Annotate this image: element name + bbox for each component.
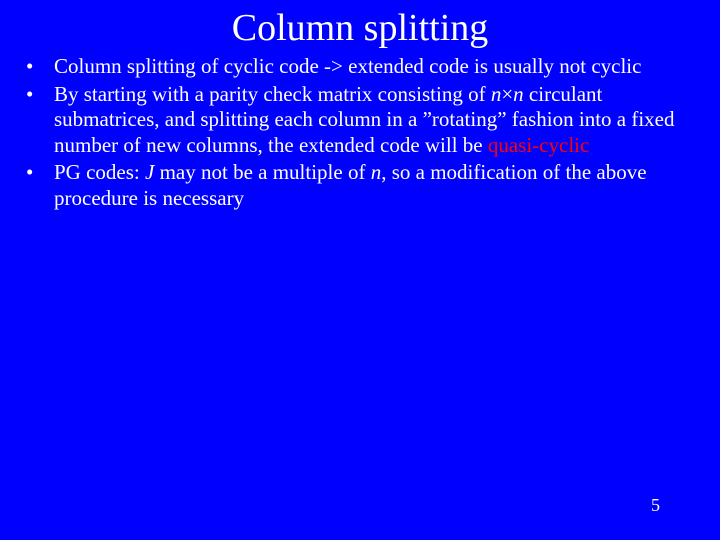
bullet-marker: • — [26, 82, 54, 159]
slide: Column splitting • Column splitting of c… — [0, 0, 720, 540]
italic-n: n — [371, 160, 382, 184]
italic-J: J — [145, 160, 154, 184]
text-fragment: By starting with a parity check matrix c… — [54, 82, 491, 106]
bullet-marker: • — [26, 160, 54, 211]
bullet-text: Column splitting of cyclic code -> exten… — [54, 54, 694, 80]
bullet-text: PG codes: J may not be a multiple of n, … — [54, 160, 694, 211]
text-fragment: PG codes: — [54, 160, 145, 184]
bullet-text: By starting with a parity check matrix c… — [54, 82, 694, 159]
bullet-item: • PG codes: J may not be a multiple of n… — [26, 160, 694, 211]
page-number: 5 — [651, 495, 660, 516]
slide-title: Column splitting — [0, 0, 720, 54]
bullet-item: • Column splitting of cyclic code -> ext… — [26, 54, 694, 80]
emphasis-quasi-cyclic: quasi-cyclic — [488, 133, 589, 157]
italic-n: n — [491, 82, 502, 106]
bullet-marker: • — [26, 54, 54, 80]
text-fragment: may not be a multiple of — [154, 160, 370, 184]
bullet-item: • By starting with a parity check matrix… — [26, 82, 694, 159]
times-symbol: × — [501, 82, 513, 106]
bullet-list: • Column splitting of cyclic code -> ext… — [0, 54, 720, 212]
italic-n: n — [513, 82, 524, 106]
